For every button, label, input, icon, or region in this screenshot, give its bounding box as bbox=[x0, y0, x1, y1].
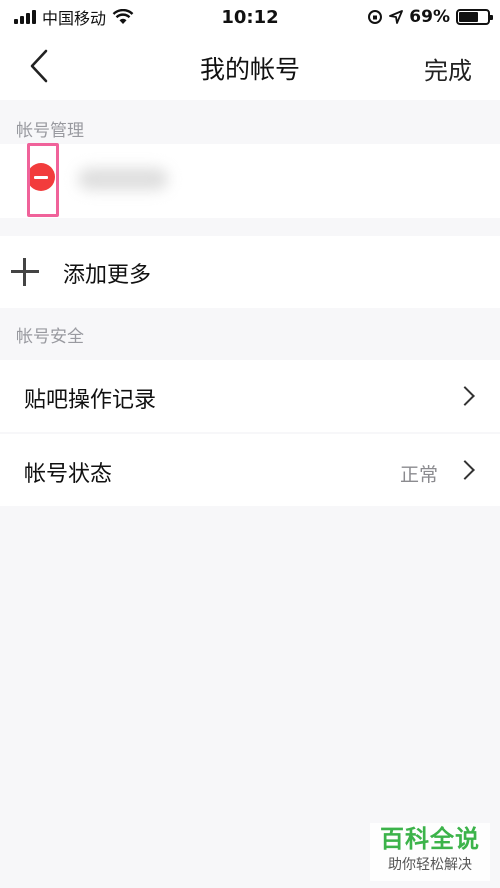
list-row-account-status[interactable]: 帐号状态 正常 bbox=[0, 434, 500, 506]
nav-bar: 我的帐号 完成 bbox=[0, 34, 500, 100]
signal-icon bbox=[14, 10, 36, 24]
carrier-name: 中国移动 bbox=[42, 9, 107, 28]
status-left: 中国移动 bbox=[14, 5, 134, 29]
account-row bbox=[0, 144, 500, 218]
status-bar: 中国移动 10:12 69% bbox=[0, 0, 500, 34]
done-button[interactable]: 完成 bbox=[424, 51, 472, 86]
wifi-icon bbox=[112, 9, 134, 24]
rotation-lock-icon bbox=[368, 10, 383, 24]
row-label: 贴吧操作记录 bbox=[24, 388, 157, 413]
chevron-right-icon bbox=[455, 386, 475, 406]
watermark-title: 百科全说 bbox=[380, 825, 480, 853]
section-header-account-management: 帐号管理 bbox=[16, 121, 84, 141]
row-label: 帐号状态 bbox=[24, 462, 113, 487]
watermark-subtitle: 助你轻松解决 bbox=[388, 857, 472, 873]
section-header-account-security: 帐号安全 bbox=[16, 327, 84, 347]
add-more-label: 添加更多 bbox=[63, 263, 152, 288]
chevron-right-icon bbox=[455, 460, 475, 480]
location-icon bbox=[389, 10, 404, 24]
battery-icon bbox=[456, 9, 493, 25]
status-value: 正常 bbox=[399, 464, 438, 486]
plus-icon bbox=[11, 258, 39, 286]
battery-percent: 69% bbox=[409, 7, 450, 27]
list-row-operation-log[interactable]: 贴吧操作记录 bbox=[0, 360, 500, 432]
status-right: 69% bbox=[367, 7, 493, 27]
watermark-logo: 百科全说 助你轻松解决 bbox=[370, 823, 490, 881]
highlight-annotation bbox=[27, 143, 59, 217]
account-name-blurred bbox=[78, 168, 168, 190]
